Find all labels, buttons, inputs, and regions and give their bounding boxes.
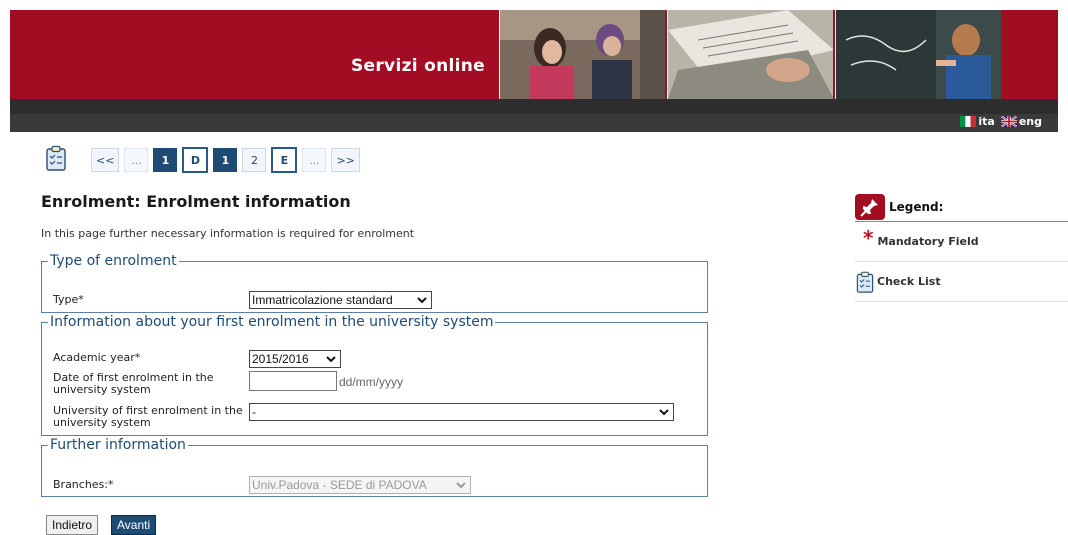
site-title: Servizi online — [351, 56, 485, 76]
chevron-down-icon — [417, 297, 427, 304]
type-label: Type* — [53, 293, 84, 306]
page-intro: In this page further necessary informati… — [41, 227, 415, 240]
branches-value: Univ.Padova - SEDE di PADOVA — [252, 478, 427, 492]
legend-type-of-enrolment: Type of enrolment — [50, 253, 177, 269]
checklist-icon[interactable] — [45, 145, 67, 171]
header-photo-blackboard — [835, 10, 1001, 99]
date-format-hint: dd/mm/yyyy — [339, 375, 404, 389]
step-1-current[interactable]: 1 — [213, 148, 238, 172]
step-ellipsis-left[interactable]: ... — [124, 148, 149, 172]
first-university-select[interactable]: - — [249, 403, 674, 421]
header-photo-students — [499, 10, 665, 99]
step-1[interactable]: 1 — [153, 148, 178, 172]
branches-label: Branches:* — [53, 478, 114, 491]
first-enrolment-date-label: Date of first enrolment in the universit… — [53, 371, 214, 396]
progress-steps: << ... 1 D 1 2 E ... >> — [45, 144, 365, 176]
legend-first-enrolment: Information about your first enrolment i… — [50, 314, 494, 330]
step-2[interactable]: 2 — [242, 148, 267, 172]
legend-item-mandatory: * Mandatory Field — [855, 222, 1068, 262]
academic-year-label: Academic year* — [53, 351, 141, 364]
language-link-eng[interactable]: eng — [1019, 115, 1042, 128]
back-button[interactable]: Indietro — [46, 515, 99, 535]
step-E[interactable]: E — [271, 147, 298, 173]
legend-panel: Legend: * Mandatory Field Check List — [855, 192, 1068, 302]
chevron-down-icon — [456, 482, 466, 489]
mandatory-star-icon: * — [863, 225, 874, 250]
step-first[interactable]: << — [91, 148, 120, 172]
type-select[interactable]: Immatricolazione standard — [249, 291, 432, 309]
type-select-value: Immatricolazione standard — [252, 293, 393, 307]
step-last[interactable]: >> — [331, 148, 360, 172]
legend-header: Legend: — [855, 192, 1068, 222]
fieldset-further-information: Further information Branches:* Univ.Pado… — [41, 437, 708, 497]
site-header: Servizi online — [10, 10, 1058, 99]
legend-title: Legend: — [889, 199, 944, 214]
italy-flag-icon[interactable] — [960, 116, 977, 127]
next-button[interactable]: Avanti — [111, 515, 157, 535]
page-title: Enrolment: Enrolment information — [41, 192, 351, 211]
header-photo-books — [667, 10, 833, 99]
academic-year-value: 2015/2016 — [252, 352, 309, 366]
uk-flag-icon[interactable] — [1000, 116, 1017, 127]
first-enrolment-date-input[interactable] — [249, 371, 337, 391]
chevron-down-icon — [659, 409, 669, 416]
step-D[interactable]: D — [182, 147, 209, 173]
pin-icon — [855, 193, 885, 220]
legend-further-information: Further information — [50, 437, 186, 453]
first-university-value: - — [252, 405, 256, 419]
legend-checklist-label: Check List — [877, 275, 941, 288]
legend-mandatory-label: Mandatory Field — [877, 235, 979, 248]
row-first-enrolment-date: Date of first enrolment in the universit… — [53, 372, 243, 396]
fieldset-type-of-enrolment: Type of enrolment Type* Immatricolazione… — [41, 253, 708, 313]
top-nav-bar: ita eng — [10, 99, 1058, 132]
fieldset-first-enrolment: Information about your first enrolment i… — [41, 314, 708, 436]
language-link-ita[interactable]: ita — [978, 115, 994, 128]
nav-bar-strip — [10, 99, 1058, 114]
step-ellipsis-right[interactable]: ... — [302, 148, 327, 172]
row-first-university: University of first enrolment in the uni… — [53, 405, 243, 429]
chevron-down-icon — [326, 356, 336, 363]
language-switch: ita eng — [960, 115, 1048, 128]
first-university-label: University of first enrolment in the uni… — [53, 404, 243, 429]
checklist-icon — [856, 271, 874, 293]
branches-select: Univ.Padova - SEDE di PADOVA — [249, 476, 471, 494]
academic-year-select[interactable]: 2015/2016 — [249, 350, 341, 368]
legend-item-checklist: Check List — [855, 262, 1068, 302]
